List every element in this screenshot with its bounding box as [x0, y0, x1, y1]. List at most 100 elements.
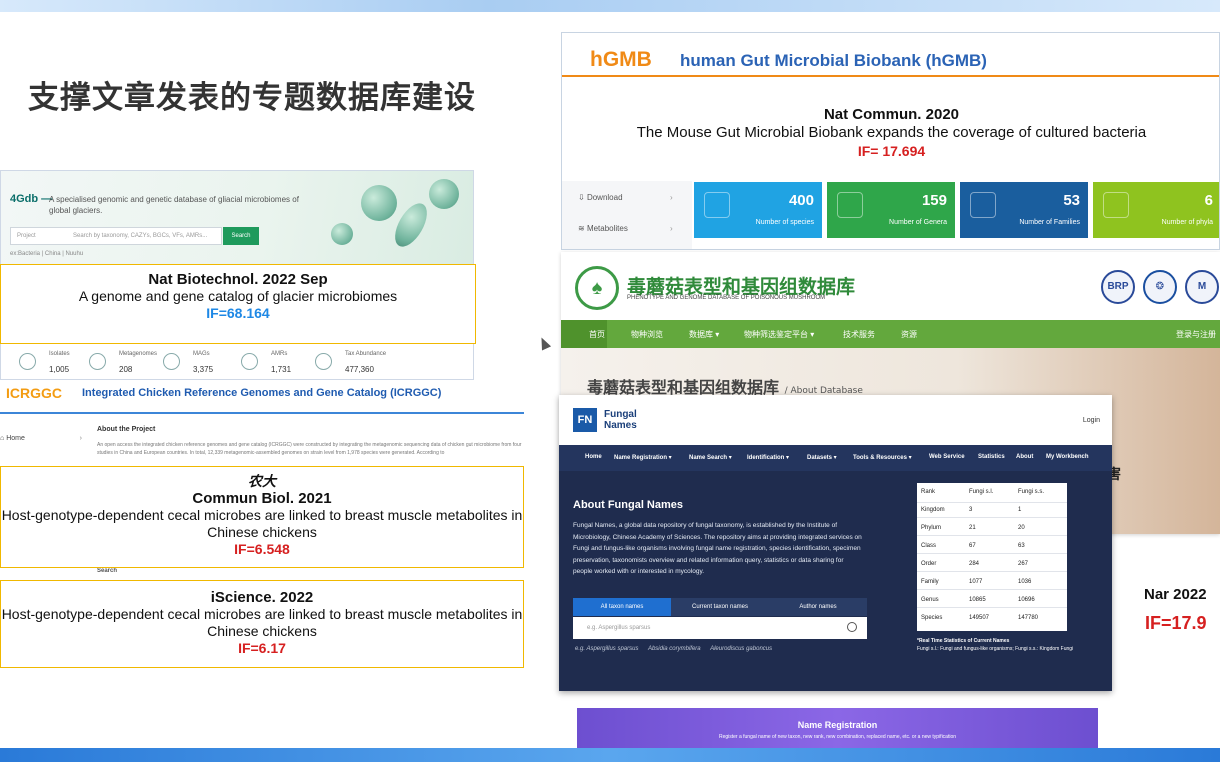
hgmb-card-species[interactable]: 400 Number of species [694, 182, 822, 238]
citation-journal: Commun Biol. 2021 [192, 490, 332, 507]
statistics-table: Rank Fungi s.l. Fungi s.s. Kingdom 3 1 P… [917, 483, 1067, 631]
slide: 支撑文章发表的专题数据库建设 4Gdb — A specialised geno… [0, 0, 1220, 762]
divider [0, 412, 524, 414]
metagenome-icon [89, 353, 106, 370]
hgmb-card-families[interactable]: 53 Number of Families [960, 182, 1088, 238]
card-label: Number of Genera [889, 219, 947, 226]
g4db-search-button[interactable]: Search [223, 227, 259, 245]
example-link[interactable]: Aleurodiscus gaboncus [710, 646, 772, 652]
icrggc-about-text: An open access the integrated chicken re… [97, 442, 522, 456]
nav-item-web-service[interactable]: Web Service [929, 454, 965, 460]
institute-badge-icon: ❂ [1143, 270, 1177, 304]
example-link[interactable]: e.g. Aspergillus sparsus [575, 646, 638, 652]
name-registration-banner[interactable]: Name Registration Register a fungal name… [577, 708, 1098, 748]
tab-current-taxon-names[interactable]: Current taxon names [671, 598, 769, 616]
table-header: Fungi s.l. [969, 489, 994, 495]
nav-item-database[interactable]: 数据库 ▾ [689, 329, 719, 340]
mushroom-header: ♠ 毒蘑菇表型和基因组数据库 PHENOTYPE AND GENOME DATA… [561, 252, 1220, 320]
nav-item-services[interactable]: 技术服务 [843, 329, 875, 340]
families-icon [970, 192, 996, 218]
nav-item-name-search[interactable]: Name Search ▾ [689, 454, 732, 461]
table-cell: Kingdom [921, 507, 945, 513]
table-cell: Phylum [921, 525, 942, 531]
table-cell: 284 [969, 561, 980, 567]
table-cell: 149507 [969, 615, 990, 621]
stat-value: 3,375 [193, 365, 214, 374]
title-line: Fungal [604, 409, 637, 420]
login-link[interactable]: Login [1083, 417, 1100, 424]
citation-title: A genome and gene catalog of glacier mic… [78, 288, 398, 304]
g4db-hero: 4Gdb — A specialised genomic and genetic… [1, 171, 473, 265]
nav-item-home[interactable]: 首页 [589, 329, 605, 340]
icrggc-about-heading: About the Project [97, 426, 156, 433]
nar-impact: IF=17.9 [1145, 613, 1207, 633]
nav-item-species[interactable]: 物种浏览 [631, 329, 663, 340]
table-cell: 3 [969, 507, 973, 513]
statistics-note: *Real Time Statistics of Current Names F… [917, 637, 1097, 653]
icrggc-title: Integrated Chicken Reference Genomes and… [82, 387, 442, 399]
stat-value: 208 [119, 365, 133, 374]
icrggc-search-label: Search [97, 568, 118, 574]
table-row: Species 149507 147780 [917, 611, 1067, 626]
g4db-search-input[interactable]: Project Search by taxonomy, CAZYs, BGCs,… [10, 227, 222, 245]
nav-item-identification[interactable]: Identification ▾ [747, 454, 789, 461]
table-row: Family 1077 1036 [917, 575, 1067, 590]
example-link[interactable]: Absidia corymbifera [648, 646, 701, 652]
nav-item-login[interactable]: 登录与注册 [1176, 329, 1216, 340]
g4db-search-select[interactable]: Project [17, 233, 36, 239]
sidebar-item-label: Home [6, 435, 25, 442]
stat-value: 477,360 [345, 365, 374, 374]
stat-label: MAGs [193, 351, 210, 357]
table-row: Genus 10865 10696 [917, 593, 1067, 608]
tab-author-names[interactable]: Author names [769, 598, 867, 616]
nav-item-tools[interactable]: Tools & Resources ▾ [853, 454, 912, 461]
chevron-right-icon: › [670, 224, 673, 233]
hgmb-citation-box: Nat Commun. 2020 The Mouse Gut Microbial… [562, 85, 1219, 179]
search-placeholder: e.g. Aspergillus sparsus [587, 625, 651, 631]
note-title: *Real Time Statistics of Current Names [917, 638, 1010, 644]
icrggc-citation-box-1: 农大 Commun Biol. 2021 Host-genotype-depen… [0, 466, 524, 568]
microbe-illustration [361, 185, 397, 221]
nav-item-about[interactable]: About [1016, 454, 1033, 460]
hgmb-card-phyla[interactable]: 6 Number of phyla [1093, 182, 1219, 238]
table-cell: Family [921, 579, 939, 585]
table-cell: Class [921, 543, 937, 549]
fungal-names-search-input[interactable]: e.g. Aspergillus sparsus [573, 617, 867, 639]
table-cell: 67 [969, 543, 976, 549]
mushroom-subtitle: PHENOTYPE AND GENOME DATABASE OF POISONO… [627, 295, 826, 301]
slide-title: 支撑文章发表的专题数据库建设 [28, 80, 476, 116]
table-row: Kingdom 3 1 [917, 503, 1067, 518]
sidebar-item-metabolites[interactable]: ≋ Metabolites [578, 224, 628, 233]
hgmb-card-genera[interactable]: 159 Number of Genera [827, 182, 955, 238]
table-cell: Genus [921, 597, 939, 603]
card-value: 53 [1063, 192, 1080, 209]
nav-item-datasets[interactable]: Datasets ▾ [807, 454, 837, 461]
search-icon[interactable] [847, 622, 857, 632]
nav-item-statistics[interactable]: Statistics [978, 454, 1005, 460]
nav-item-workbench[interactable]: My Workbench [1046, 454, 1089, 460]
sidebar-item-download[interactable]: ⇩ Download [578, 193, 623, 202]
sidebar-item-home[interactable]: ⌂ Home › [0, 435, 84, 442]
table-cell: 20 [1018, 525, 1025, 531]
icrggc-logo: ICRGGC [6, 385, 62, 401]
card-value: 159 [921, 192, 947, 209]
nav-item-name-registration[interactable]: Name Registration ▾ [614, 454, 672, 461]
table-cell: 1 [1018, 507, 1022, 513]
genera-icon [837, 192, 863, 218]
nav-item-home[interactable]: Home [585, 454, 602, 460]
metabolites-icon: ≋ [578, 224, 587, 233]
tab-all-taxon-names[interactable]: All taxon names [573, 598, 671, 616]
note-text: Fungi s.l.: Fungi and fungus-like organi… [917, 646, 1074, 652]
citation-journal: iScience. 2022 [210, 589, 314, 606]
citation-journal: Nat Biotechnol. 2022 Sep [148, 271, 328, 288]
sidebar-item-label: Metabolites [586, 224, 628, 233]
table-cell: 1077 [969, 579, 983, 585]
card-label: Number of phyla [1161, 219, 1213, 226]
stat-label: Tax Abundance [345, 351, 387, 357]
stat-label: AMRs [271, 351, 288, 357]
brp-badge-icon: BRP [1101, 270, 1135, 304]
nav-item-identification[interactable]: 物种筛选鉴定平台 ▾ [744, 329, 814, 340]
table-header: Fungi s.s. [1018, 489, 1045, 495]
hgmb-title: human Gut Microbial Biobank (hGMB) [680, 51, 987, 70]
nav-item-resources[interactable]: 资源 [901, 329, 917, 340]
